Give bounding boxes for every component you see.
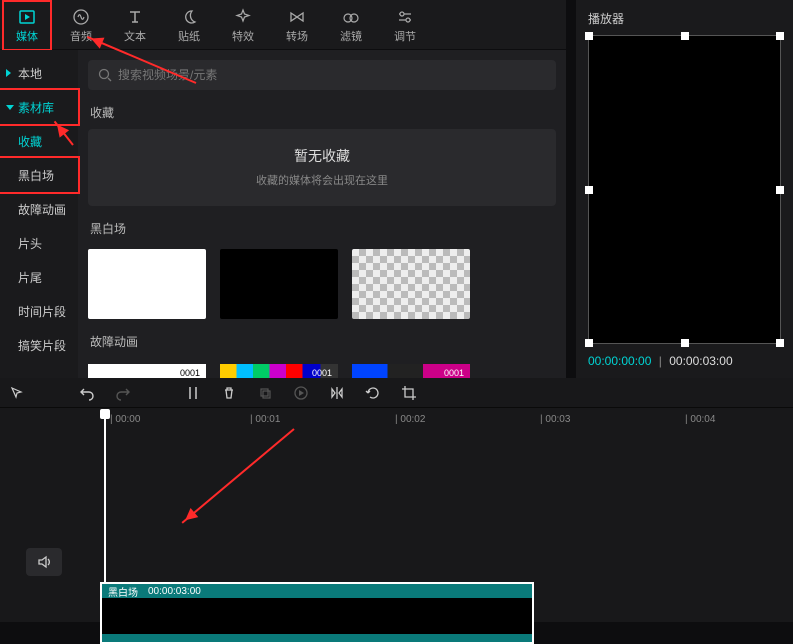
tab-label: 滤镜	[340, 28, 362, 44]
section-title-favorites: 收藏	[90, 104, 556, 121]
time-sep: |	[659, 354, 662, 368]
tab-label: 转场	[286, 28, 308, 44]
sidebar-item-local[interactable]: 本地	[0, 56, 78, 90]
player-panel: 播放器 00:00:00:00 | 00:00:03:00	[576, 0, 793, 378]
ruler-mark: | 00:03	[540, 414, 570, 425]
tab-text[interactable]: 文本	[112, 2, 158, 49]
section-title-bw: 黑白场	[90, 220, 556, 237]
timeline-panel: | 00:00 | 00:01 | 00:02 | 00:03 | 00:04 黑白场 …	[0, 378, 793, 622]
sidebar-item-label: 本地	[18, 65, 42, 82]
bw-thumbs	[88, 249, 556, 319]
tab-label: 特效	[232, 28, 254, 44]
tab-sticker[interactable]: 贴纸	[166, 2, 212, 49]
thumb-glitch-2[interactable]	[220, 364, 338, 378]
handle-icon[interactable]	[585, 32, 593, 40]
tab-adjust[interactable]: 调节	[382, 2, 428, 49]
handle-icon[interactable]	[681, 32, 689, 40]
search-icon	[98, 68, 112, 82]
thumb-glitch-3[interactable]	[352, 364, 470, 378]
timeline-toolbar	[0, 378, 793, 408]
time-current: 00:00:00:00	[588, 354, 651, 368]
sidebar-item-library[interactable]: 素材库	[0, 90, 78, 124]
handle-icon[interactable]	[585, 339, 593, 347]
player-viewport[interactable]	[588, 35, 781, 344]
thumb-white[interactable]	[88, 249, 206, 319]
moon-icon	[180, 8, 198, 26]
sidebar: 本地 素材库 收藏 黑白场 故障动画 片头	[0, 50, 78, 378]
bowtie-icon	[288, 8, 306, 26]
mirror-button[interactable]	[326, 382, 348, 404]
sidebar-item-time[interactable]: 时间片段	[0, 294, 78, 328]
speed-button[interactable]	[290, 382, 312, 404]
caret-down-icon	[6, 105, 14, 110]
tab-media[interactable]: 媒体	[4, 2, 50, 49]
sidebar-item-label: 时间片段	[18, 303, 66, 320]
undo-button[interactable]	[76, 382, 98, 404]
tab-label: 调节	[394, 28, 416, 44]
handle-icon[interactable]	[776, 339, 784, 347]
sidebar-item-label: 素材库	[18, 99, 54, 116]
thumb-black[interactable]	[220, 249, 338, 319]
split-button[interactable]	[182, 382, 204, 404]
ruler-mark: | 00:02	[395, 414, 425, 425]
sparkle-icon	[234, 8, 252, 26]
sidebar-item-outro[interactable]: 片尾	[0, 260, 78, 294]
player-title: 播放器	[588, 10, 781, 27]
sidebar-item-glitch[interactable]: 故障动画	[0, 192, 78, 226]
playhead[interactable]	[100, 409, 110, 419]
sidebar-item-label: 片头	[18, 235, 42, 252]
player-time: 00:00:00:00 | 00:00:03:00	[588, 354, 781, 368]
sidebar-item-blackwhite[interactable]: 黑白场	[0, 158, 78, 192]
ruler-mark: | 00:04	[685, 414, 715, 425]
search-input[interactable]: 搜索视频场景/元素	[88, 60, 556, 90]
time-duration: 00:00:03:00	[669, 354, 732, 368]
delete-button[interactable]	[218, 382, 240, 404]
handle-icon[interactable]	[681, 339, 689, 347]
handle-icon[interactable]	[776, 32, 784, 40]
sidebar-item-funny[interactable]: 搞笑片段	[0, 328, 78, 362]
section-title-glitch: 故障动画	[90, 333, 556, 350]
sliders-icon	[396, 8, 414, 26]
thumb-glitch-1[interactable]	[88, 364, 206, 378]
clip-name: 黑白场	[108, 584, 138, 599]
copy-button[interactable]	[254, 382, 276, 404]
cursor-tool[interactable]	[6, 382, 28, 404]
waveform-icon	[72, 8, 90, 26]
caret-icon	[6, 69, 11, 77]
thumb-transparent[interactable]	[352, 249, 470, 319]
sidebar-item-label: 黑白场	[18, 167, 54, 184]
crop-button[interactable]	[398, 382, 420, 404]
tab-label: 媒体	[16, 28, 38, 44]
handle-icon[interactable]	[585, 186, 593, 194]
sidebar-item-label: 收藏	[18, 133, 42, 150]
rotate-button[interactable]	[362, 382, 384, 404]
timeline-ruler[interactable]: | 00:00 | 00:01 | 00:02 | 00:03 | 00:04	[0, 408, 793, 434]
sidebar-item-label: 故障动画	[18, 201, 66, 218]
sidebar-item-intro[interactable]: 片头	[0, 226, 78, 260]
tab-label: 文本	[124, 28, 146, 44]
timeline-clip[interactable]: 黑白场 00:00:03:00	[100, 582, 534, 644]
sidebar-item-label: 搞笑片段	[18, 337, 66, 354]
ruler-mark: | 00:00	[110, 414, 140, 425]
play-square-icon	[18, 8, 36, 26]
track-area[interactable]: 黑白场 00:00:03:00	[0, 434, 793, 614]
ruler-mark: | 00:01	[250, 414, 280, 425]
tab-label: 贴纸	[178, 28, 200, 44]
clip-duration: 00:00:03:00	[148, 586, 201, 597]
glitch-thumbs	[88, 364, 556, 378]
drops-icon	[342, 8, 360, 26]
tab-effects[interactable]: 特效	[220, 2, 266, 49]
sidebar-item-label: 片尾	[18, 269, 42, 286]
tab-transition[interactable]: 转场	[274, 2, 320, 49]
mute-button[interactable]	[26, 548, 62, 576]
tab-filter[interactable]: 滤镜	[328, 2, 374, 49]
text-icon	[126, 8, 144, 26]
content-area: 搜索视频场景/元素 收藏 暂无收藏 收藏的媒体将会出现在这里 黑白场 故障动画	[78, 50, 566, 378]
favorites-empty-main: 暂无收藏	[294, 146, 350, 166]
redo-button[interactable]	[112, 382, 134, 404]
handle-icon[interactable]	[776, 186, 784, 194]
favorites-empty: 暂无收藏 收藏的媒体将会出现在这里	[88, 129, 556, 206]
favorites-empty-sub: 收藏的媒体将会出现在这里	[256, 172, 388, 188]
